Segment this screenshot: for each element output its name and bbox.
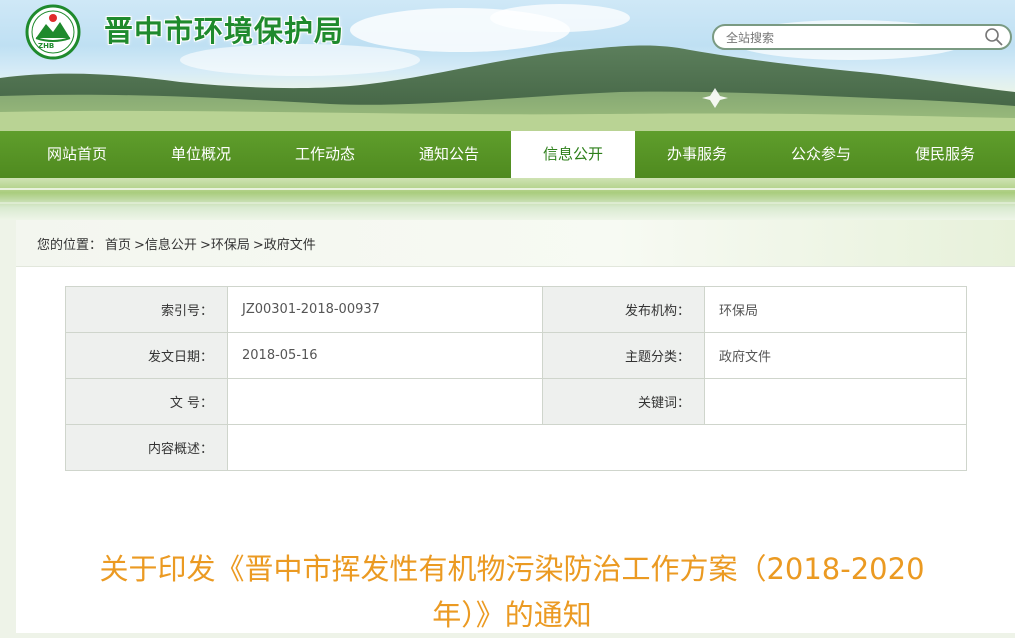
nav-item-info-disclosure[interactable]: 信息公开 [511,131,635,178]
index-label: 索引号： [65,286,228,333]
nav-item-home[interactable]: 网站首页 [15,131,139,178]
header-banner: ZHB 晋中市环境保护局 [0,0,1015,131]
table-row: 文 号： 关键词： [65,378,967,425]
breadcrumb: 您的位置： 首页 >信息公开 >环保局 >政府文件 [37,234,319,253]
date-label: 发文日期： [65,332,228,379]
summary-value [227,424,967,471]
keywords-value [704,378,967,425]
nav-item-participation[interactable]: 公众参与 [759,131,883,178]
publisher-value: 环保局 [704,286,967,333]
breadcrumb-prefix: 您的位置： [37,238,103,253]
table-row: 索引号： JZ00301-2018-00937 发布机构： 环保局 [65,286,967,333]
table-row: 发文日期： 2018-05-16 主题分类： 政府文件 [65,332,967,379]
summary-label: 内容概述： [65,424,228,471]
site-title: 晋中市环境保护局 [104,14,345,48]
date-value: 2018-05-16 [227,332,543,379]
breadcrumb-home[interactable]: 首页 [105,238,131,253]
main-nav: 网站首页 单位概况 工作动态 通知公告 信息公开 办事服务 公众参与 便民服务 [0,131,1015,178]
nav-item-news[interactable]: 工作动态 [263,131,387,178]
search-icon[interactable] [984,27,1004,47]
docno-value [227,378,543,425]
logo-text: ZHB [38,42,55,50]
publisher-label: 发布机构： [542,286,705,333]
nav-item-about[interactable]: 单位概况 [139,131,263,178]
table-row: 内容概述： [65,424,967,471]
index-value: JZ00301-2018-00937 [227,286,543,333]
search-input[interactable] [724,28,978,48]
document-title: 关于印发《晋中市挥发性有机物污染防治工作方案（2018-2020年）》的通知 [99,552,925,632]
nav-item-convenience[interactable]: 便民服务 [883,131,1007,178]
category-label: 主题分类： [542,332,705,379]
breadcrumb-env-bureau[interactable]: >环保局 [200,238,250,253]
nav-item-notices[interactable]: 通知公告 [387,131,511,178]
breadcrumb-gov-docs[interactable]: >政府文件 [253,238,316,253]
docno-label: 文 号： [65,378,228,425]
zhb-logo [25,4,81,60]
nav-item-services[interactable]: 办事服务 [635,131,759,178]
site-search [712,24,1012,50]
keywords-label: 关键词： [542,378,705,425]
breadcrumb-bar: 您的位置： 首页 >信息公开 >环保局 >政府文件 [16,220,1015,267]
document-meta-table: 索引号： JZ00301-2018-00937 发布机构： 环保局 发文日期： … [65,286,967,471]
category-value: 政府文件 [704,332,967,379]
breadcrumb-info-disclosure[interactable]: >信息公开 [134,238,197,253]
grass-decoration [0,178,1015,220]
